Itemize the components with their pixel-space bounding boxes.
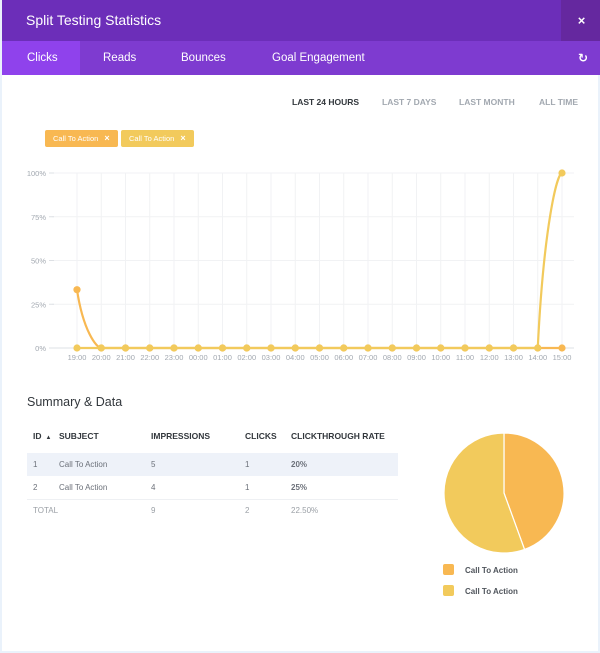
x-tick-label: 20:00	[92, 353, 111, 362]
data-point	[388, 344, 396, 352]
column-header-impressions[interactable]: IMPRESSIONS	[151, 427, 245, 445]
x-tick-label: 02:00	[237, 353, 256, 362]
y-tick-label: 75%	[31, 213, 46, 222]
data-point	[218, 344, 227, 352]
data-point	[315, 344, 324, 352]
data-point	[243, 344, 251, 352]
data-point	[509, 344, 518, 352]
x-tick-label: 15:00	[553, 353, 572, 362]
x-tick-label: 09:00	[407, 353, 426, 362]
x-tick-label: 05:00	[310, 353, 329, 362]
x-tick-label: 23:00	[165, 353, 184, 362]
x-tick-label: 21:00	[116, 353, 135, 362]
summary-table: ID ▲ SUBJECT IMPRESSIONS CLICKS CLICKTHRO…	[27, 427, 398, 522]
split-testing-modal: Split Testing Statistics × Clicks Reads …	[0, 0, 600, 653]
x-tick-label: 12:00	[480, 353, 499, 362]
x-tick-label: 01:00	[213, 353, 232, 362]
y-tick-label: 0%	[35, 344, 46, 353]
data-point	[412, 344, 421, 352]
data-point	[558, 344, 566, 352]
y-tick-label: 25%	[31, 300, 46, 309]
x-tick-label: 14:00	[528, 353, 547, 362]
data-point	[73, 344, 81, 352]
legend-swatch	[443, 585, 454, 596]
data-point	[485, 344, 493, 352]
column-header-clickthrough-rate[interactable]: CLICKTHROUGH RATE	[291, 427, 398, 445]
x-tick-label: 22:00	[140, 353, 159, 362]
x-tick-label: 03:00	[262, 353, 281, 362]
data-point	[364, 344, 372, 352]
y-tick-label: 50%	[31, 257, 46, 266]
data-point	[170, 344, 178, 352]
summary-title: Summary & Data	[27, 395, 123, 409]
data-point	[291, 344, 299, 352]
x-tick-label: 07:00	[359, 353, 378, 362]
data-point	[267, 344, 275, 352]
table-row: 2 Call To Action 4 1 25%	[33, 482, 308, 492]
data-point	[558, 169, 566, 177]
data-point	[146, 344, 154, 352]
data-point	[340, 344, 348, 352]
column-header-id[interactable]: ID ▲	[27, 427, 59, 445]
data-point	[534, 344, 542, 352]
column-header-subject[interactable]: SUBJECT	[59, 427, 151, 445]
table-header-row: ID ▲ SUBJECT IMPRESSIONS CLICKS CLICKTHRO…	[27, 427, 398, 445]
column-header-clicks[interactable]: CLICKS	[245, 427, 291, 445]
data-point	[194, 344, 202, 352]
clicks-line-chart: 0% 25% 50% 75% 100% 19:00 20:00 21:00 22:00 23:00…	[27, 169, 574, 362]
x-tick-label: 11:00	[456, 353, 474, 362]
sort-asc-icon: ▲	[45, 435, 52, 441]
data-point	[97, 344, 105, 352]
x-tick-label: 06:00	[334, 353, 353, 362]
table-total-row: TOTAL 9 2 22.50%	[27, 498, 398, 522]
y-tick-label: 100%	[27, 169, 47, 178]
x-tick-label: 04:00	[286, 353, 305, 362]
clicks-pie-chart	[443, 432, 565, 554]
x-tick-label: 10:00	[431, 353, 450, 362]
data-point	[121, 344, 130, 352]
data-point	[437, 344, 445, 352]
x-tick-label: 19:00	[68, 353, 87, 362]
data-point	[73, 286, 81, 294]
table-row: 1 Call To Action 5 1 20%	[27, 453, 398, 476]
legend-swatch	[443, 564, 454, 575]
x-tick-label: 00:00	[189, 353, 208, 362]
data-point	[461, 344, 469, 352]
x-tick-label: 08:00	[383, 353, 402, 362]
x-tick-label: 13:00	[504, 353, 523, 362]
